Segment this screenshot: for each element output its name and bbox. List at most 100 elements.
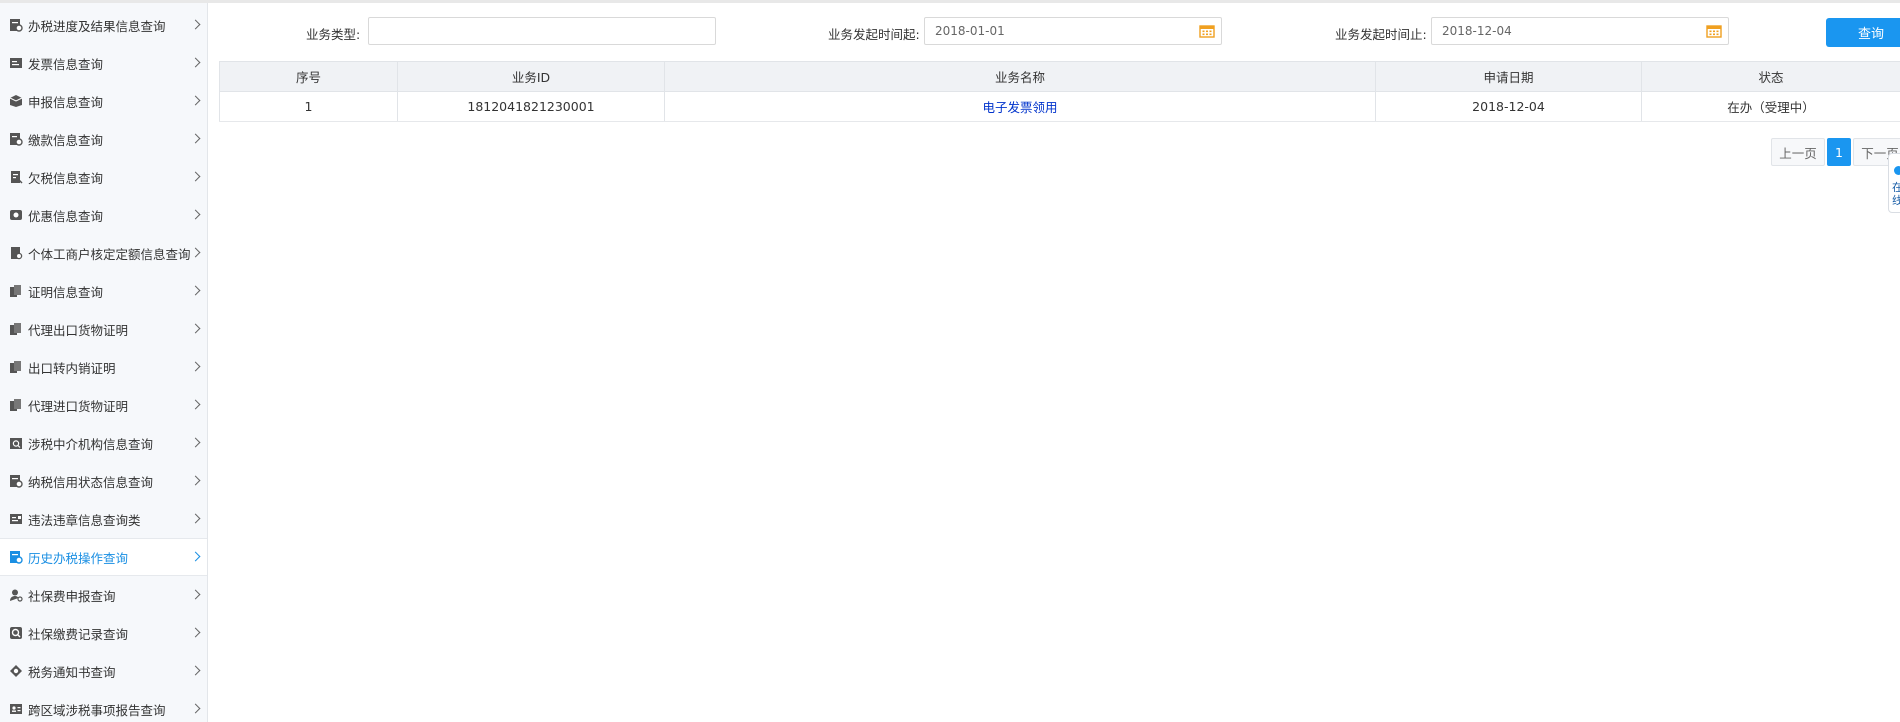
sidebar-item-label: 个体工商户核定定额信息查询 xyxy=(28,246,191,262)
sidebar-item-label: 出口转内销证明 xyxy=(28,360,116,376)
certificate-icon xyxy=(8,283,24,299)
arrears-doc-icon xyxy=(8,169,24,185)
sidebar-item-label: 申报信息查询 xyxy=(28,94,104,110)
table-row: 1 1812041821230001 电子发票领用 2018-12-04 在办（… xyxy=(219,92,1900,122)
history-search-icon xyxy=(8,549,24,565)
end-date-field[interactable]: 2018-12-04 xyxy=(1431,17,1729,45)
chevron-right-icon xyxy=(190,95,201,106)
agency-search-icon xyxy=(8,435,24,451)
page-number-current[interactable]: 1 xyxy=(1827,138,1851,166)
sidebar-item-label: 违法违章信息查询类 xyxy=(28,512,141,528)
sidebar-item-label: 证明信息查询 xyxy=(28,284,104,300)
credit-status-icon xyxy=(8,473,24,489)
sidebar-item-label: 涉税中介机构信息查询 xyxy=(28,436,154,452)
sidebar-menu: 办税进度及结果信息查询 发票信息查询 申报信息查询 缴款信息查询 欠税信息查询 xyxy=(0,3,208,722)
chevron-right-icon xyxy=(190,247,201,258)
notice-eye-icon xyxy=(8,663,24,679)
sidebar-item-credit[interactable]: 纳税信用状态信息查询 xyxy=(0,462,207,500)
end-date-label: 业务发起时间止: xyxy=(1335,27,1427,42)
sidebar-item-cross-region[interactable]: 跨区域涉税事项报告查询 xyxy=(0,690,207,722)
chevron-right-icon xyxy=(190,171,201,182)
column-header-business-id: 业务ID xyxy=(397,62,664,91)
calendar-icon[interactable] xyxy=(1199,24,1215,38)
online-service-text: 在线 xyxy=(1892,181,1900,207)
sidebar-item-progress[interactable]: 办税进度及结果信息查询 xyxy=(0,6,207,44)
business-type-label: 业务类型: xyxy=(306,27,361,42)
sidebar-item-arrears[interactable]: 欠税信息查询 xyxy=(0,158,207,196)
start-date-field[interactable]: 2018-01-01 xyxy=(924,17,1222,45)
chevron-right-icon xyxy=(190,57,201,68)
column-header-index: 序号 xyxy=(219,62,397,91)
domestic-sale-cert-icon xyxy=(8,359,24,375)
end-date-value: 2018-12-04 xyxy=(1442,24,1512,38)
user-icon xyxy=(1894,166,1900,175)
sidebar-item-label: 发票信息查询 xyxy=(28,56,104,72)
results-table: 序号 业务ID 业务名称 申请日期 状态 1 1812041821230001 … xyxy=(219,61,1900,122)
top-border xyxy=(0,0,1900,3)
column-header-apply-date: 申请日期 xyxy=(1375,62,1641,91)
sidebar-item-import-cert[interactable]: 代理进口货物证明 xyxy=(0,386,207,424)
calendar-icon[interactable] xyxy=(1706,24,1722,38)
cell-index: 1 xyxy=(219,92,397,121)
sidebar-item-invoice[interactable]: 发票信息查询 xyxy=(0,44,207,82)
chevron-right-icon xyxy=(190,19,201,30)
discount-icon xyxy=(8,207,24,223)
query-button[interactable]: 查询 xyxy=(1826,18,1900,47)
prev-page-button[interactable]: 上一页 xyxy=(1771,138,1825,166)
cell-business-id: 1812041821230001 xyxy=(397,92,664,121)
chevron-right-icon xyxy=(190,551,201,562)
sidebar-item-declaration[interactable]: 申报信息查询 xyxy=(0,82,207,120)
sidebar-item-certificate[interactable]: 证明信息查询 xyxy=(0,272,207,310)
sidebar-item-history[interactable]: 历史办税操作查询 xyxy=(0,538,207,576)
user-search-icon xyxy=(8,587,24,603)
sidebar-item-notice[interactable]: 税务通知书查询 xyxy=(0,652,207,690)
progress-doc-icon xyxy=(8,17,24,33)
declaration-box-icon xyxy=(8,93,24,109)
sidebar-item-label: 欠税信息查询 xyxy=(28,170,104,186)
online-service-widget[interactable]: 在线 xyxy=(1888,153,1900,213)
sidebar-item-social-payment[interactable]: 社保缴费记录查询 xyxy=(0,614,207,652)
chevron-right-icon xyxy=(190,703,201,714)
sidebar-item-label: 社保费申报查询 xyxy=(28,588,116,604)
sidebar-item-label: 代理出口货物证明 xyxy=(28,322,129,338)
chevron-right-icon xyxy=(190,475,201,486)
sidebar-item-payment[interactable]: 缴款信息查询 xyxy=(0,120,207,158)
business-name-link[interactable]: 电子发票领用 xyxy=(664,92,1375,121)
sidebar-item-quota[interactable]: 个体工商户核定定额信息查询 xyxy=(0,234,207,272)
chevron-right-icon xyxy=(190,133,201,144)
chevron-right-icon xyxy=(190,665,201,676)
chevron-right-icon xyxy=(190,589,201,600)
payment-doc-icon xyxy=(8,131,24,147)
start-date-value: 2018-01-01 xyxy=(935,24,1005,38)
chevron-right-icon xyxy=(190,627,201,638)
sidebar-item-label: 缴款信息查询 xyxy=(28,132,104,148)
sidebar-item-label: 跨区域涉税事项报告查询 xyxy=(28,702,166,718)
chevron-right-icon xyxy=(190,361,201,372)
sidebar-item-label: 纳税信用状态信息查询 xyxy=(28,474,154,490)
invoice-icon xyxy=(8,55,24,71)
sidebar-item-label: 社保缴费记录查询 xyxy=(28,626,129,642)
sidebar-item-social-declare[interactable]: 社保费申报查询 xyxy=(0,576,207,614)
sidebar-item-label: 优惠信息查询 xyxy=(28,208,104,224)
sidebar-item-label: 代理进口货物证明 xyxy=(28,398,129,414)
chevron-right-icon xyxy=(190,437,201,448)
sidebar-item-label: 历史办税操作查询 xyxy=(28,550,129,566)
sidebar-item-label: 办税进度及结果信息查询 xyxy=(28,18,166,34)
table-header-row: 序号 业务ID 业务名称 申请日期 状态 xyxy=(219,61,1900,92)
start-date-label: 业务发起时间起: xyxy=(828,27,920,42)
column-header-business-name: 业务名称 xyxy=(664,62,1375,91)
sidebar-item-label: 税务通知书查询 xyxy=(28,664,116,680)
sidebar-item-discount[interactable]: 优惠信息查询 xyxy=(0,196,207,234)
sidebar-item-export-cert[interactable]: 代理出口货物证明 xyxy=(0,310,207,348)
cell-apply-date: 2018-12-04 xyxy=(1375,92,1641,121)
sidebar-item-violation[interactable]: 违法违章信息查询类 xyxy=(0,500,207,538)
chevron-right-icon xyxy=(190,285,201,296)
chevron-right-icon xyxy=(190,513,201,524)
cell-status: 在办（受理中） xyxy=(1641,92,1900,121)
violation-icon xyxy=(8,511,24,527)
id-card-icon xyxy=(8,701,24,717)
business-type-input[interactable] xyxy=(368,17,716,45)
sidebar-item-agency[interactable]: 涉税中介机构信息查询 xyxy=(0,424,207,462)
sidebar-item-domestic-sale[interactable]: 出口转内销证明 xyxy=(0,348,207,386)
chevron-right-icon xyxy=(190,209,201,220)
